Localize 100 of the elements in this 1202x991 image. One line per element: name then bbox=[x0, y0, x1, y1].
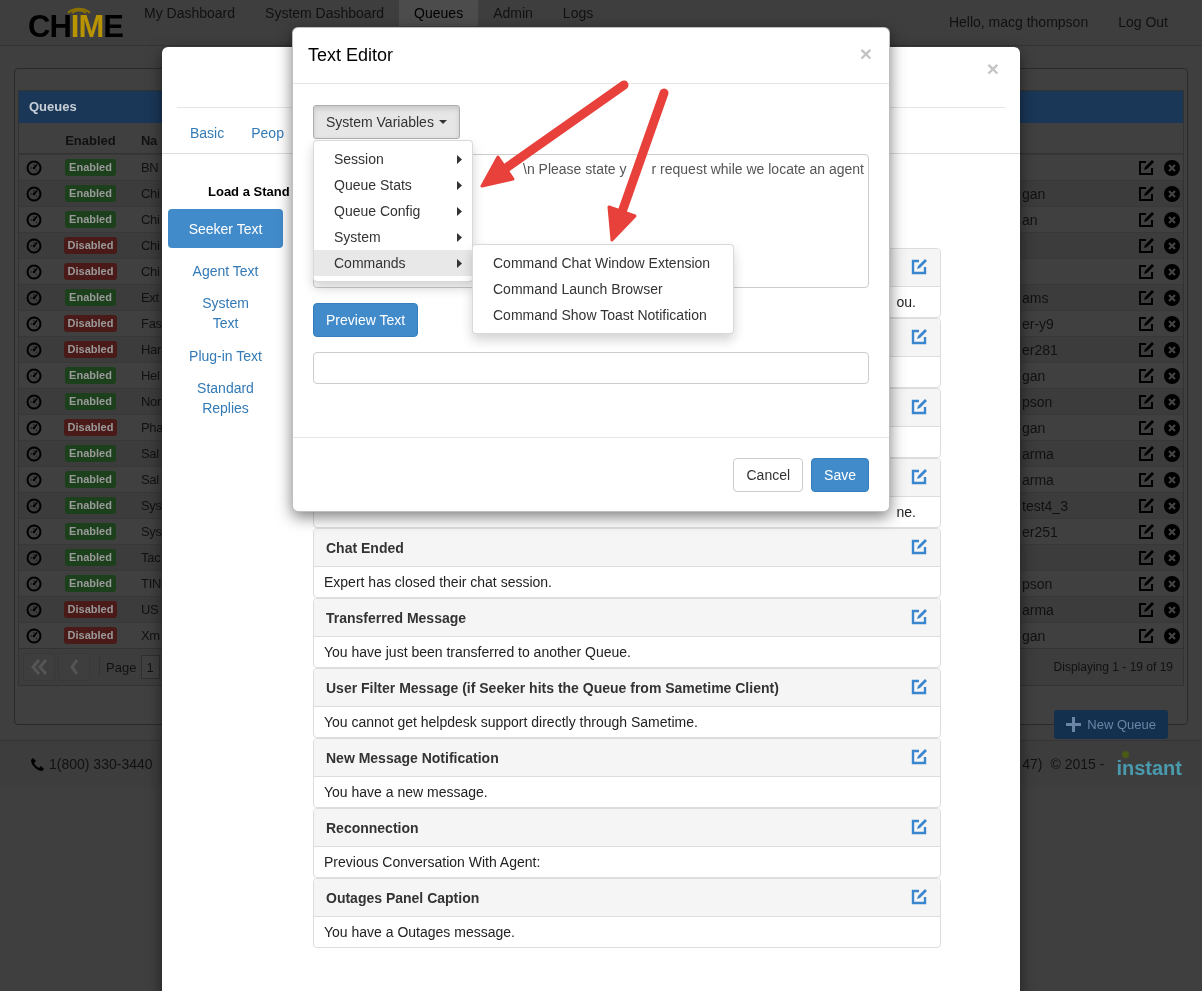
gauge-icon[interactable] bbox=[26, 445, 42, 462]
previous-page-button[interactable] bbox=[58, 653, 90, 681]
caret-icon bbox=[457, 232, 462, 242]
delete-icon[interactable] bbox=[1163, 314, 1181, 333]
edit-icon[interactable] bbox=[1137, 158, 1155, 177]
edit-icon[interactable] bbox=[1137, 496, 1155, 515]
caret-icon bbox=[457, 258, 462, 268]
edit-icon[interactable] bbox=[1137, 210, 1155, 229]
delete-icon[interactable] bbox=[1163, 626, 1181, 645]
delete-icon[interactable] bbox=[1163, 262, 1181, 281]
delete-icon[interactable] bbox=[1163, 444, 1181, 463]
preview-button[interactable]: Preview Text bbox=[313, 303, 419, 337]
delete-icon[interactable] bbox=[1163, 418, 1181, 437]
delete-icon[interactable] bbox=[1163, 496, 1181, 515]
menu-item[interactable]: Commands bbox=[314, 250, 472, 276]
status-badge: Enabled bbox=[65, 367, 116, 384]
section-heading: Load a Stand bbox=[208, 184, 290, 200]
gauge-icon[interactable] bbox=[26, 627, 42, 644]
delete-icon[interactable] bbox=[1163, 470, 1181, 489]
save-button[interactable]: Save bbox=[811, 458, 869, 492]
delete-icon[interactable] bbox=[1163, 392, 1181, 411]
plus-icon bbox=[1066, 717, 1082, 732]
edit-icon[interactable] bbox=[1137, 366, 1155, 385]
menu-item[interactable]: Command Show Toast Notification bbox=[473, 302, 733, 328]
gauge-icon[interactable] bbox=[26, 263, 42, 280]
edit-icon[interactable] bbox=[1137, 392, 1155, 411]
status-badge: Enabled bbox=[65, 185, 116, 202]
delete-icon[interactable] bbox=[1163, 600, 1181, 619]
edit-icon[interactable] bbox=[1137, 522, 1155, 541]
nav-pill[interactable]: Seeker Text bbox=[168, 209, 283, 248]
status-badge: Enabled bbox=[65, 289, 116, 306]
menu-item[interactable]: System bbox=[314, 224, 472, 250]
edit-icon[interactable] bbox=[1137, 184, 1155, 203]
menu-item[interactable]: Command Chat Window Extension bbox=[473, 250, 733, 276]
new-queue-button[interactable]: New Queue bbox=[1054, 710, 1168, 739]
menu-item[interactable]: Queue Config bbox=[314, 198, 472, 224]
delete-icon[interactable] bbox=[1163, 210, 1181, 229]
variables-dropdown-button[interactable]: System Variables bbox=[313, 105, 460, 139]
menu-item[interactable]: Queue Stats bbox=[314, 172, 472, 198]
nav-pill[interactable]: System Text bbox=[168, 293, 283, 333]
gauge-icon[interactable] bbox=[26, 471, 42, 488]
caret-icon bbox=[457, 206, 462, 216]
delete-icon[interactable] bbox=[1163, 548, 1181, 567]
edit-icon[interactable] bbox=[1137, 600, 1155, 619]
status-badge: Disabled bbox=[63, 263, 118, 280]
panel-text: ou. bbox=[896, 293, 916, 312]
cancel-button[interactable]: Cancel bbox=[733, 458, 804, 492]
double-chevron-icon bbox=[30, 659, 48, 675]
gauge-icon[interactable] bbox=[26, 289, 42, 306]
delete-icon[interactable] bbox=[1163, 574, 1181, 593]
message-text: \n Please state y bbox=[523, 161, 627, 177]
nav-pill[interactable]: Plug-in Text bbox=[168, 336, 283, 375]
nav-pill[interactable]: Standard Replies bbox=[168, 378, 283, 418]
delete-icon[interactable] bbox=[1163, 522, 1181, 541]
edit-icon[interactable] bbox=[1137, 444, 1155, 463]
edit-icon[interactable] bbox=[1137, 626, 1155, 645]
gauge-icon[interactable] bbox=[26, 211, 42, 228]
panel-title: User Filter Message (if Seeker hits the Queue from Sametime Client) bbox=[326, 679, 779, 696]
status-badge: Disabled bbox=[63, 419, 118, 436]
delete-icon[interactable] bbox=[1163, 236, 1181, 255]
gauge-icon[interactable] bbox=[26, 393, 42, 410]
dialog-title: Text Editor bbox=[308, 45, 394, 66]
gauge-icon[interactable] bbox=[26, 497, 42, 514]
edit-icon[interactable] bbox=[1137, 340, 1155, 359]
delete-icon[interactable] bbox=[1163, 288, 1181, 307]
status-badge: Enabled bbox=[65, 575, 116, 592]
gauge-icon[interactable] bbox=[26, 367, 42, 384]
gauge-icon[interactable] bbox=[26, 315, 42, 332]
edit-icon[interactable] bbox=[1137, 470, 1155, 489]
panel-text: Expert has closed their chat session. bbox=[324, 573, 552, 592]
gauge-icon[interactable] bbox=[26, 185, 42, 202]
edit-icon[interactable] bbox=[1137, 236, 1155, 255]
preview-field[interactable] bbox=[313, 352, 869, 384]
phone-icon bbox=[30, 756, 45, 772]
edit-icon[interactable] bbox=[1137, 418, 1155, 437]
panel-title: Transferred Message bbox=[326, 609, 467, 626]
edit-icon[interactable] bbox=[1137, 314, 1155, 333]
nav-link[interactable]: Queues bbox=[399, 0, 479, 26]
gauge-icon[interactable] bbox=[26, 341, 42, 358]
panel-text: You have a new message. bbox=[324, 783, 488, 802]
gauge-icon[interactable] bbox=[26, 237, 42, 254]
gauge-icon[interactable] bbox=[26, 549, 42, 566]
edit-icon[interactable] bbox=[1137, 262, 1155, 281]
logo: CHIME bbox=[28, 6, 124, 45]
delete-icon[interactable] bbox=[1163, 366, 1181, 385]
edit-icon[interactable] bbox=[1137, 548, 1155, 567]
nav-pill[interactable]: Agent Text bbox=[168, 251, 283, 290]
gauge-icon[interactable] bbox=[26, 601, 42, 618]
delete-icon[interactable] bbox=[1163, 184, 1181, 203]
caret-icon bbox=[457, 154, 462, 164]
gauge-icon[interactable] bbox=[26, 575, 42, 592]
gauge-icon[interactable] bbox=[26, 159, 42, 176]
status-badge: Enabled bbox=[65, 159, 116, 176]
edit-icon[interactable] bbox=[1137, 288, 1155, 307]
edit-icon[interactable] bbox=[1137, 574, 1155, 593]
delete-icon[interactable] bbox=[1163, 340, 1181, 359]
delete-icon[interactable] bbox=[1163, 158, 1181, 177]
gauge-icon[interactable] bbox=[26, 419, 42, 436]
gauge-icon[interactable] bbox=[26, 523, 42, 540]
first-page-button[interactable] bbox=[23, 653, 55, 681]
